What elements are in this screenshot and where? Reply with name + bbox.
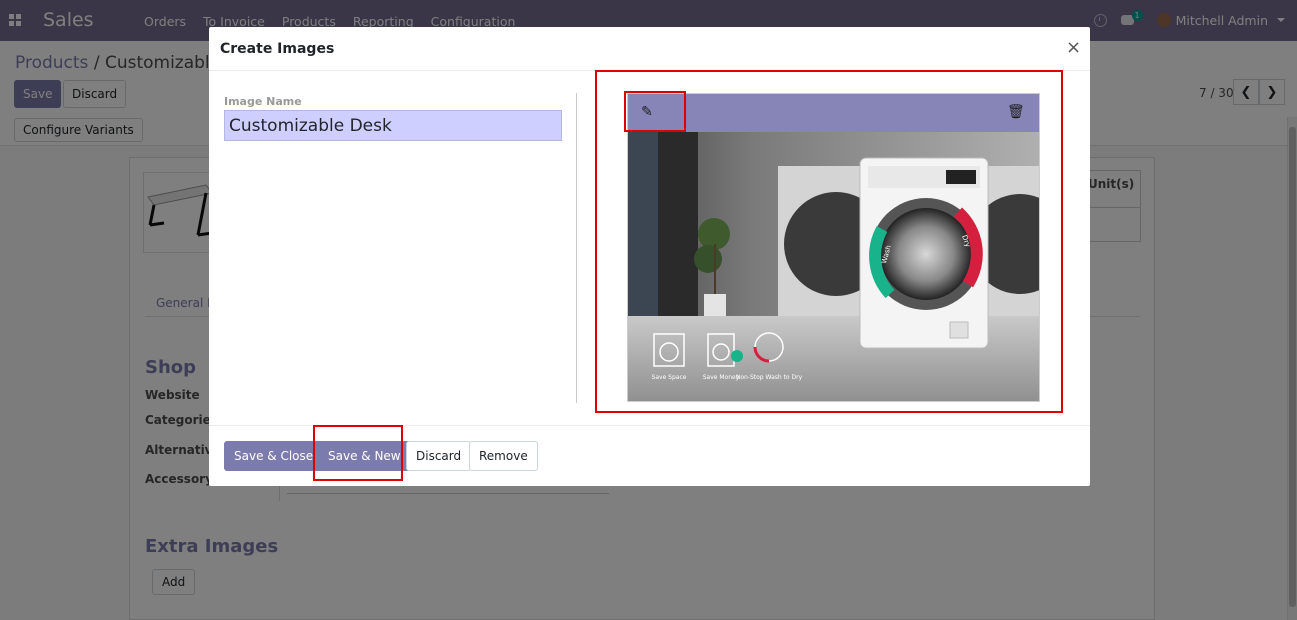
dialog-title: Create Images [220,41,335,57]
save-new-highlight-frame [313,425,403,481]
create-images-dialog: Create Images × Image Name Customizable … [209,27,1090,486]
discard-dialog-button[interactable]: Discard [406,441,472,471]
trash-icon[interactable]: 🗑 [1007,104,1025,122]
close-icon[interactable]: × [1066,37,1081,58]
dialog-header: Create Images × [209,27,1090,71]
feature-label-save-space: Save Space [652,374,687,381]
remove-button[interactable]: Remove [469,441,538,471]
washing-machine-image: Save Space Save Money Non-Stop Wash to D… [628,94,1039,401]
image-name-label: Image Name [224,95,302,108]
dialog-column-divider [576,93,577,403]
edit-highlight-frame [624,91,686,132]
image-toolbar: ✎ 🗑 [628,94,1039,132]
image-field[interactable]: Save Space Save Money Non-Stop Wash to D… [627,93,1040,402]
feature-label-non-stop: Non-Stop Wash to Dry [736,374,803,381]
save-close-button[interactable]: Save & Close [224,441,324,471]
feature-label-save-money: Save Money [703,374,740,381]
image-name-input[interactable] [224,110,562,141]
